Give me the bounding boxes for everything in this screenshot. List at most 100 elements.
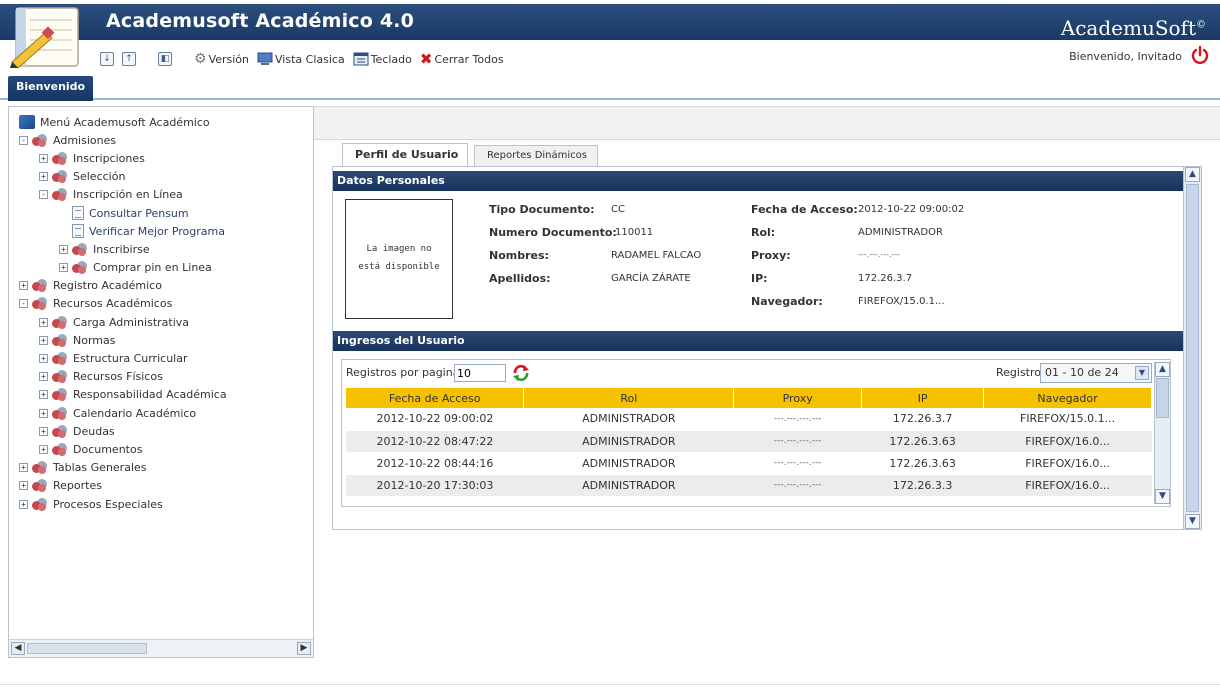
gear-icon: ⚙ [194,51,207,67]
tree-item[interactable]: + Procesos Especiales [19,495,313,513]
expand-icon[interactable]: + [39,153,48,163]
cell-ip: 172.26.3.7 [861,408,984,431]
tree-root[interactable]: Menú Academusoft Académico [19,113,313,131]
refresh-icon[interactable] [512,364,530,382]
tree-item[interactable]: + Carga Administrativa [19,313,313,331]
panel-scroll-up-button[interactable]: ▲ [1185,167,1200,182]
tree-item[interactable]: + Registro Académico [19,277,313,295]
tree-item[interactable]: - Inscripción en Línea [19,186,313,204]
cell-proxy: ---.---.---.--- [733,452,862,475]
col-ip[interactable]: IP [861,388,985,408]
col-proxy[interactable]: Proxy [733,388,863,408]
ingresos-table: Fecha de Acceso Rol Proxy IP Navegador 2… [346,388,1152,497]
tree-item[interactable]: + Recursos Físicos [19,368,313,386]
module-icon [32,461,48,475]
toggle-panel-button[interactable]: ◧ [156,52,174,66]
monitor-icon [257,52,273,65]
module-icon [52,442,68,456]
profile-panel: Datos Personales La imagen no está dispo… [332,166,1202,530]
tree-item[interactable]: + Deudas [19,422,313,440]
vista-clasica-label: Vista Clasica [275,52,345,66]
expand-icon[interactable]: + [39,335,48,345]
expand-icon[interactable]: + [39,390,48,400]
tree-item[interactable]: Verificar Mejor Programa [19,222,313,240]
expand-icon[interactable]: + [19,499,28,509]
rol-value: ADMINISTRADOR [858,227,943,238]
grid-scroll-up-button[interactable]: ▲ [1155,362,1170,377]
scroll-right-button[interactable]: ▶ [297,642,311,655]
version-button[interactable]: ⚙ Versión [192,51,251,67]
tree-item-label: Normas [73,333,116,347]
tree-item[interactable]: + Comprar pin en Linea [19,259,313,277]
apellidos-label: Apellidos: [489,272,551,285]
table-row[interactable]: 2012-10-22 09:00:02 ADMINISTRADOR ---.---.… [346,408,1152,431]
grid-scroll-down-button[interactable]: ▼ [1155,489,1170,504]
tree-item[interactable]: - Admisiones [19,131,313,149]
expand-icon[interactable]: + [39,426,48,436]
tree-item[interactable]: + Calendario Académico [19,404,313,422]
expand-icon[interactable]: + [19,481,28,491]
arrow-up-icon: ↑ [122,52,136,66]
expand-icon[interactable]: + [19,463,28,473]
tree-item[interactable]: Consultar Pensum [19,204,313,222]
scroll-left-button[interactable]: ◀ [11,642,25,655]
collapse-icon[interactable]: - [19,135,28,145]
rol-label: Rol: [751,226,776,239]
collapse-icon[interactable]: - [39,190,48,200]
tree-item[interactable]: + Responsabilidad Académica [19,386,313,404]
expand-icon[interactable]: + [19,281,28,291]
grid-scroll-thumb[interactable] [1156,378,1169,418]
cerrar-todos-button[interactable]: ✖ Cerrar Todos [418,50,506,68]
tab-reportes-dinamicos[interactable]: Reportes Dinámicos [474,145,598,167]
table-row[interactable]: 2012-10-20 17:30:03 ADMINISTRADOR ---.---.… [346,474,1152,497]
table-row[interactable]: 2012-10-22 08:47:22 ADMINISTRADOR ---.---.… [346,430,1152,453]
col-navegador[interactable]: Navegador [983,388,1152,408]
tree-item[interactable]: + Inscripciones [19,149,313,167]
registros-page-select[interactable]: 01 - 10 de 24 ▼ [1040,363,1152,383]
expand-icon[interactable]: + [59,263,68,273]
collapse-icon[interactable]: - [19,299,28,309]
cell-rol: ADMINISTRADOR [523,408,734,431]
tree-item[interactable]: + Documentos [19,440,313,458]
table-row[interactable]: 2012-10-22 08:44:16 ADMINISTRADOR ---.---.… [346,452,1152,475]
registros-por-pagina-input[interactable] [454,364,506,382]
tree-item[interactable]: + Selección [19,168,313,186]
col-fecha-acceso[interactable]: Fecha de Acceso [346,388,525,408]
module-icon [52,388,68,402]
cell-fecha: 2012-10-22 08:44:16 [346,452,524,475]
tree-item[interactable]: + Normas [19,331,313,349]
tree-item[interactable]: - Recursos Académicos [19,295,313,313]
cell-ip: 172.26.3.63 [861,430,984,453]
move-down-button[interactable]: ↓ [98,52,116,66]
tree-item[interactable]: + Tablas Generales [19,459,313,477]
tree-item[interactable]: + Inscribirse [19,240,313,258]
tree-item-label: Recursos Físicos [73,370,163,384]
expand-icon[interactable]: + [39,354,48,364]
tab-bienvenido[interactable]: Bienvenido [8,76,94,101]
tree-item-label: Comprar pin en Linea [93,261,212,275]
expand-icon[interactable]: + [39,408,48,418]
expand-icon[interactable]: + [39,444,48,454]
navegador-label: Navegador: [751,295,823,308]
tree-item-label: Estructura Curricular [73,352,188,366]
expand-icon[interactable]: + [59,244,68,254]
power-icon[interactable] [1190,45,1210,65]
tree-item[interactable]: + Reportes [19,477,313,495]
vista-clasica-button[interactable]: Vista Clasica [255,52,347,66]
tab-perfil-usuario[interactable]: Perfil de Usuario [342,143,468,167]
tree-item-label: Deudas [73,424,115,438]
expand-icon[interactable]: + [39,172,48,182]
grid-vertical-scrollbar[interactable]: ▲ ▼ [1154,362,1170,504]
tree-horizontal-scrollbar[interactable]: ◀ ▶ [9,639,313,657]
panel-vertical-scrollbar[interactable]: ▲ ▼ [1183,167,1201,529]
col-rol[interactable]: Rol [523,388,735,408]
expand-icon[interactable]: + [39,317,48,327]
move-up-button[interactable]: ↑ [120,52,138,66]
panel-scroll-thumb[interactable] [1186,184,1199,512]
tree-item[interactable]: + Estructura Curricular [19,349,313,367]
ingresos-grid: Registros por pagina Registros 01 - 10 d… [341,359,1171,507]
teclado-button[interactable]: Teclado [351,52,414,66]
panel-scroll-down-button[interactable]: ▼ [1185,514,1200,529]
expand-icon[interactable]: + [39,372,48,382]
scroll-thumb[interactable] [27,643,147,654]
